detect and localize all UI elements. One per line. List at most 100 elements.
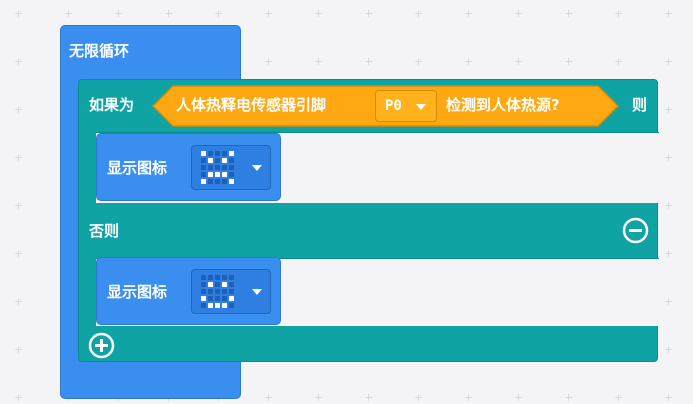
led-cell xyxy=(201,172,206,177)
condition-suffix-label: 检测到人体热源? xyxy=(446,96,560,114)
chevron-down-icon xyxy=(252,289,262,295)
grid-marker: + xyxy=(264,7,274,20)
led-cell xyxy=(215,282,220,287)
grid-marker: + xyxy=(264,55,274,68)
led-cell xyxy=(222,172,227,177)
grid-marker: + xyxy=(314,55,324,68)
grid-marker: + xyxy=(364,55,374,68)
grid-marker: + xyxy=(664,247,674,260)
led-cell xyxy=(201,275,206,280)
led-cell xyxy=(222,158,227,163)
led-cell xyxy=(201,282,206,287)
grid-marker: + xyxy=(664,295,674,308)
led-cell xyxy=(215,303,220,308)
grid-marker: + xyxy=(14,103,24,116)
led-cell xyxy=(222,151,227,156)
led-matrix-preview-1 xyxy=(201,151,234,184)
icon-picker-1[interactable] xyxy=(191,145,271,190)
led-cell xyxy=(229,289,234,294)
show-icon-label-2: 显示图标 xyxy=(107,283,168,301)
grid-marker: + xyxy=(664,103,674,116)
led-cell xyxy=(229,296,234,301)
add-branch-icon[interactable] xyxy=(88,332,115,359)
grid-marker: + xyxy=(664,343,674,356)
grid-marker: + xyxy=(414,391,424,404)
led-cell xyxy=(229,179,234,184)
grid-marker: + xyxy=(564,391,574,404)
else-label: 否则 xyxy=(89,222,120,240)
led-cell xyxy=(222,289,227,294)
led-cell xyxy=(215,151,220,156)
led-cell xyxy=(229,275,234,280)
led-matrix-preview-2 xyxy=(201,275,234,308)
grid-marker: + xyxy=(14,295,24,308)
show-icon-label-1: 显示图标 xyxy=(107,159,168,177)
led-cell xyxy=(215,158,220,163)
grid-marker: + xyxy=(414,7,424,20)
remove-else-icon[interactable] xyxy=(622,217,649,244)
led-cell xyxy=(201,303,206,308)
led-cell xyxy=(201,179,206,184)
led-cell xyxy=(229,172,234,177)
grid-marker: + xyxy=(364,391,374,404)
then-label: 则 xyxy=(632,96,648,114)
led-cell xyxy=(201,289,206,294)
led-cell xyxy=(229,165,234,170)
grid-marker: + xyxy=(664,391,674,404)
led-cell xyxy=(201,158,206,163)
led-cell xyxy=(222,275,227,280)
grid-marker: + xyxy=(464,391,474,404)
grid-marker: + xyxy=(14,7,24,20)
grid-marker: + xyxy=(414,55,424,68)
grid-marker: + xyxy=(664,55,674,68)
led-cell xyxy=(201,165,206,170)
led-cell xyxy=(208,303,213,308)
led-cell xyxy=(215,296,220,301)
grid-marker: + xyxy=(614,55,624,68)
led-cell xyxy=(208,282,213,287)
grid-marker: + xyxy=(14,343,24,356)
led-cell xyxy=(208,179,213,184)
pin-dropdown[interactable]: P0 xyxy=(375,90,437,122)
grid-marker: + xyxy=(14,199,24,212)
grid-marker: + xyxy=(464,7,474,20)
pin-dropdown-value: P0 xyxy=(385,98,402,114)
grid-marker: + xyxy=(14,247,24,260)
led-cell xyxy=(208,158,213,163)
condition-prefix-label: 人体热释电传感器引脚 xyxy=(176,96,327,114)
if-label: 如果为 xyxy=(89,96,135,114)
grid-marker: + xyxy=(264,391,274,404)
led-cell xyxy=(208,296,213,301)
led-cell xyxy=(222,303,227,308)
icon-picker-2[interactable] xyxy=(191,269,271,314)
led-cell xyxy=(229,158,234,163)
grid-marker: + xyxy=(64,7,74,20)
led-cell xyxy=(215,172,220,177)
grid-marker: + xyxy=(364,7,374,20)
grid-marker: + xyxy=(564,55,574,68)
led-cell xyxy=(222,296,227,301)
grid-marker: + xyxy=(514,55,524,68)
grid-marker: + xyxy=(564,7,574,20)
led-cell xyxy=(208,151,213,156)
led-cell xyxy=(215,275,220,280)
grid-marker: + xyxy=(614,7,624,20)
led-cell xyxy=(222,282,227,287)
grid-marker: + xyxy=(214,7,224,20)
grid-marker: + xyxy=(314,7,324,20)
grid-marker: + xyxy=(514,391,524,404)
pir-sensor-condition-block[interactable]: 人体热释电传感器引脚 P0 检测到人体热源? xyxy=(152,85,619,127)
led-cell xyxy=(215,289,220,294)
led-cell xyxy=(229,151,234,156)
grid-marker: + xyxy=(664,151,674,164)
led-cell xyxy=(222,179,227,184)
led-cell xyxy=(215,179,220,184)
led-cell xyxy=(201,151,206,156)
grid-marker: + xyxy=(114,7,124,20)
grid-marker: + xyxy=(664,199,674,212)
grid-marker: + xyxy=(14,151,24,164)
led-cell xyxy=(229,303,234,308)
led-cell xyxy=(208,172,213,177)
grid-marker: + xyxy=(664,7,674,20)
grid-marker: + xyxy=(14,391,24,404)
